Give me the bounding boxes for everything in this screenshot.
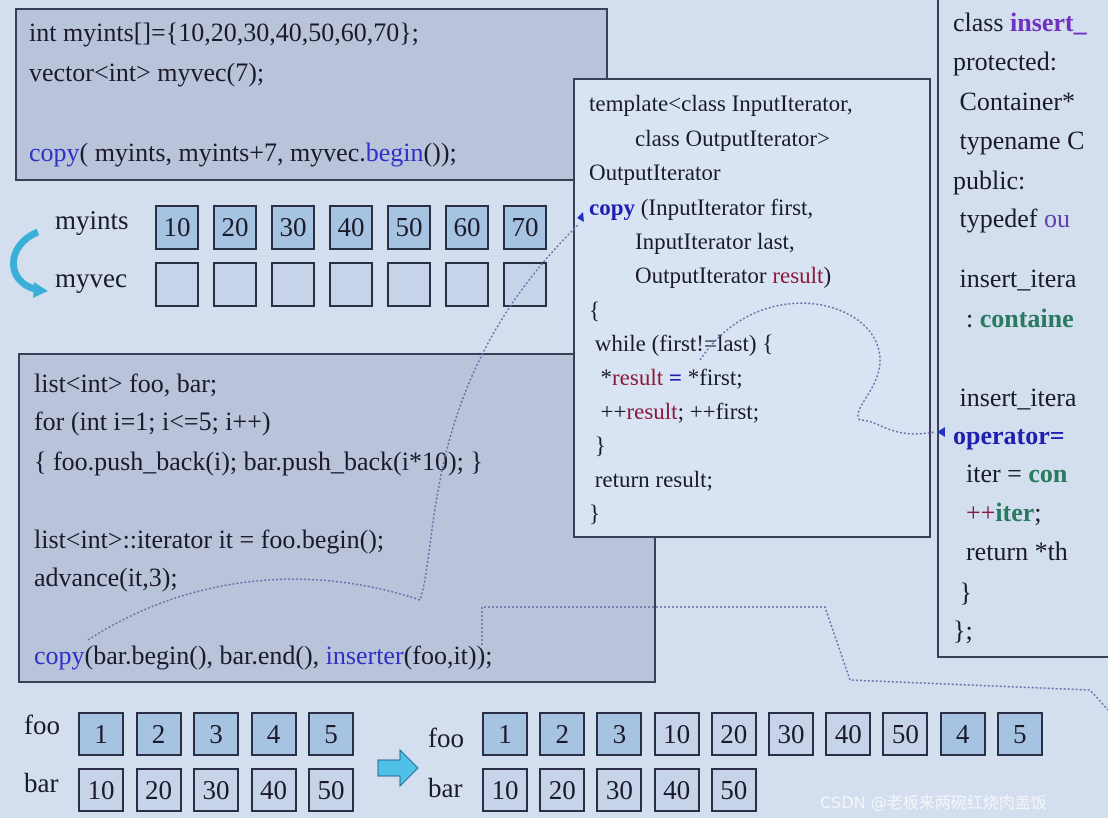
- flow-arrow-icon: [377, 748, 419, 788]
- watermark: CSDN @老板来两碗红烧肉盖饭: [820, 793, 1047, 812]
- curved-arrow-icon: [10, 228, 41, 294]
- dotted-pointer-path: [699, 302, 936, 435]
- dotted-pointer-path: [87, 224, 579, 641]
- dotted-pointer-path: [481, 606, 1108, 711]
- annotation-overlay: [10, 212, 1108, 788]
